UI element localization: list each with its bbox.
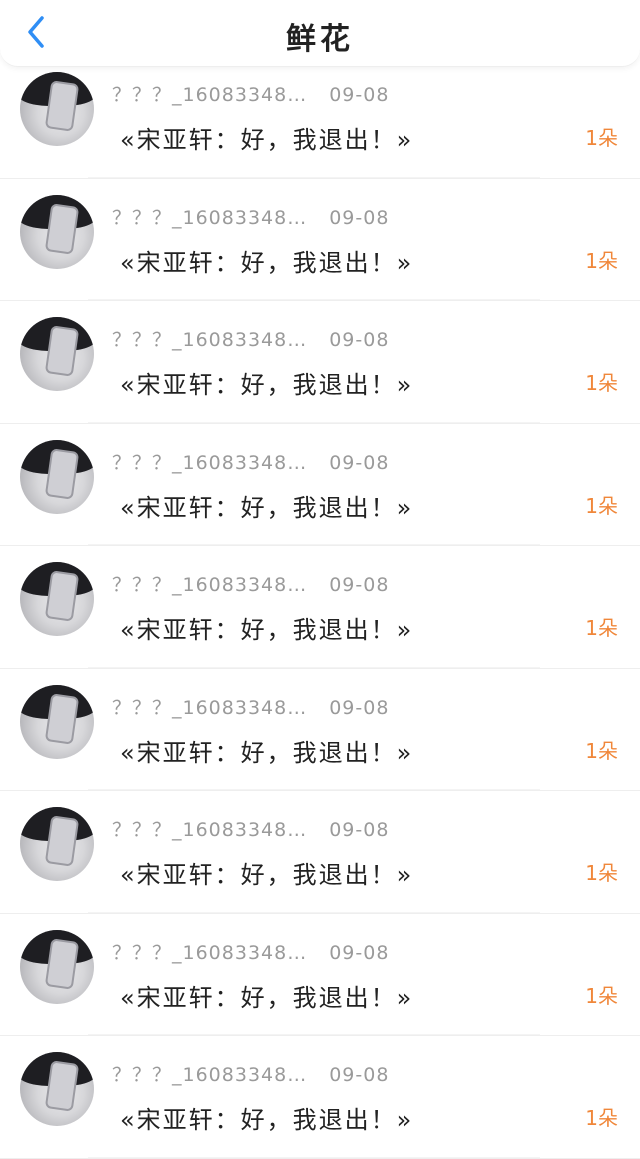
username: ？？？_16083348… <box>112 941 308 964</box>
flower-count: 1朵 <box>585 1106 618 1130</box>
date: 09-08 <box>329 941 390 964</box>
message-text: «宋亚轩：好，我退出！» <box>120 738 414 767</box>
date: 09-08 <box>329 206 390 229</box>
flower-count: 1朵 <box>585 493 618 518</box>
list-item[interactable]: ？？？_16083348… 09-08 «宋亚轩：好，我退出！» 1朵 <box>0 546 640 669</box>
message-text: «宋亚轩：好，我退出！» <box>120 493 414 522</box>
item-meta: ？？？_16083348… 09-08 <box>112 693 389 720</box>
list-item[interactable]: ？？？_16083348… 09-08 «宋亚轩：好，我退出！» 1朵 <box>0 1036 640 1159</box>
list-item[interactable]: ？？？_16083348… 09-08 «宋亚轩：好，我退出！» 1朵 <box>0 791 640 914</box>
date: 09-08 <box>329 451 390 474</box>
avatar[interactable] <box>20 562 94 636</box>
avatar[interactable] <box>20 317 94 391</box>
list-item[interactable]: ？？？_16083348… 09-08 «宋亚轩：好，我退出！» 1朵 <box>0 424 640 546</box>
username: ？？？_16083348… <box>112 696 308 719</box>
list-item[interactable]: ？？？_16083348… 09-08 «宋亚轩：好，我退出！» 1朵 <box>0 56 640 179</box>
avatar[interactable] <box>20 439 94 514</box>
list-item[interactable]: ？？？_16083348… 09-08 «宋亚轩：好，我退出！» 1朵 <box>0 179 640 301</box>
message-text: «宋亚轩：好，我退出！» <box>120 1106 414 1134</box>
flower-count: 1朵 <box>585 983 618 1008</box>
date: 09-08 <box>329 84 390 106</box>
date: 09-08 <box>329 1064 390 1086</box>
avatar[interactable] <box>20 929 94 1004</box>
item-meta: ？？？_16083348… 09-08 <box>112 815 389 842</box>
message-text: «宋亚轩：好，我退出！» <box>120 371 414 399</box>
date: 09-08 <box>329 819 390 841</box>
avatar[interactable] <box>20 684 94 759</box>
message-text: «宋亚轩：好，我退出！» <box>120 616 414 644</box>
username: ？？？_16083348… <box>112 206 308 229</box>
avatar[interactable] <box>20 1052 94 1126</box>
item-meta: ？？？_16083348… 09-08 <box>112 203 389 230</box>
list-item[interactable]: ？？？_16083348… 09-08 «宋亚轩：好，我退出！» 1朵 <box>0 914 640 1036</box>
avatar[interactable] <box>20 72 94 146</box>
list-item[interactable]: ？？？_16083348… 09-08 «宋亚轩：好，我退出！» 1朵 <box>0 301 640 424</box>
item-meta: ？？？_16083348… 09-08 <box>112 570 389 597</box>
flower-count: 1朵 <box>585 126 618 150</box>
username: ？？？_16083348… <box>112 1064 308 1086</box>
item-meta: ？？？_16083348… 09-08 <box>112 938 389 965</box>
top-bar: 鲜花 <box>0 0 640 67</box>
item-meta: ？？？_16083348… 09-08 <box>112 325 389 352</box>
flower-count: 1朵 <box>585 371 618 395</box>
item-meta: ？？？_16083348… 09-08 <box>112 448 389 475</box>
item-meta: ？？？_16083348… 09-08 <box>112 80 389 107</box>
message-text: «宋亚轩：好，我退出！» <box>120 983 414 1012</box>
item-meta: ？？？_16083348… 09-08 <box>112 1060 389 1087</box>
message-text: «宋亚轩：好，我退出！» <box>120 861 414 889</box>
username: ？？？_16083348… <box>112 574 308 596</box>
date: 09-08 <box>329 574 390 596</box>
message-text: «宋亚轩：好，我退出！» <box>120 248 414 277</box>
avatar[interactable] <box>20 807 94 881</box>
date: 09-08 <box>329 696 390 719</box>
username: ？？？_16083348… <box>112 84 308 106</box>
avatar[interactable] <box>20 194 94 269</box>
flower-count: 1朵 <box>585 616 618 640</box>
flower-list: ？？？_16083348… 09-08 «宋亚轩：好，我退出！» 1朵 ？？？_1… <box>0 56 640 1159</box>
username: ？？？_16083348… <box>112 329 308 351</box>
flower-count: 1朵 <box>585 248 618 273</box>
flower-count: 1朵 <box>585 738 618 763</box>
message-text: «宋亚轩：好，我退出！» <box>120 126 414 154</box>
username: ？？？_16083348… <box>112 819 308 841</box>
username: ？？？_16083348… <box>112 451 308 474</box>
date: 09-08 <box>329 329 390 351</box>
list-item[interactable]: ？？？_16083348… 09-08 «宋亚轩：好，我退出！» 1朵 <box>0 669 640 791</box>
flower-count: 1朵 <box>585 861 618 885</box>
page-title: 鲜花 <box>286 22 354 57</box>
